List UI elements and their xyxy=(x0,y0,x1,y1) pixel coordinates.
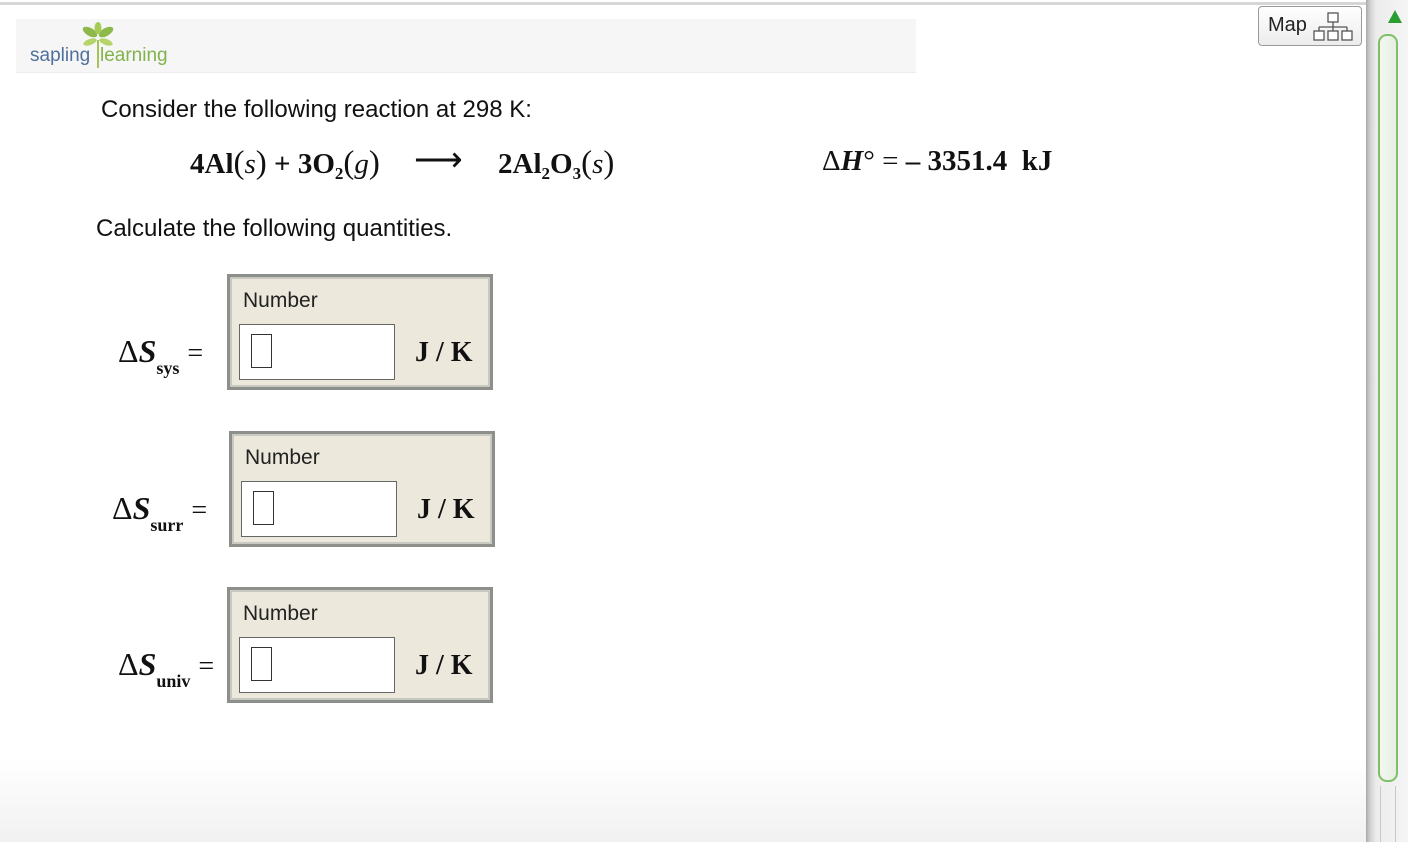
enthalpy-symbol: H xyxy=(840,145,864,177)
map-button-label: Map xyxy=(1268,14,1307,36)
delta-s-sys-label: ΔSsys = xyxy=(118,333,203,379)
text-cursor-box xyxy=(253,491,274,525)
answer-panel-surr: Number J / K xyxy=(229,431,495,547)
reaction-reactants: 4Al(s) + 3O2(g) xyxy=(190,145,380,183)
product-species-b: O xyxy=(550,148,573,180)
reactant-1-state: s xyxy=(244,148,256,180)
subscript-univ: univ xyxy=(156,671,191,691)
reactant-1-coefficient: 4 xyxy=(190,148,205,180)
enthalpy-delta: Δ xyxy=(822,145,841,177)
unit-label: J / K xyxy=(415,650,473,681)
logo-word-learning: learning xyxy=(100,45,168,66)
product-state: s xyxy=(592,148,604,180)
delta-symbol: Δ xyxy=(112,490,133,526)
reaction-arrow: ⟶ xyxy=(414,142,463,179)
subscript-surr: surr xyxy=(150,515,184,535)
sapling-learning-logo: sapling learning xyxy=(30,22,180,72)
enthalpy-degree: ° xyxy=(863,145,875,177)
triangle-up-icon[interactable] xyxy=(1388,10,1402,23)
equals-sign: = xyxy=(187,338,204,369)
unit-label: J / K xyxy=(415,337,473,368)
scrollbar-thumb[interactable] xyxy=(1378,34,1398,782)
scrollbar-track[interactable] xyxy=(1380,786,1396,842)
sitemap-icon xyxy=(1313,12,1353,41)
delta-s-univ-label: ΔSuniv = xyxy=(118,646,214,692)
map-button[interactable]: Map xyxy=(1258,6,1362,46)
delta-s-surr-label: ΔSsurr = xyxy=(112,490,207,536)
panel-caption: Number xyxy=(245,446,320,469)
entropy-symbol: S xyxy=(132,490,151,526)
product-coefficient: 2 xyxy=(498,148,513,180)
problem-instruction: Calculate the following quantities. xyxy=(96,215,453,242)
reactant-1-species: Al xyxy=(204,148,234,180)
entropy-symbol: S xyxy=(138,333,157,369)
text-cursor-box xyxy=(251,647,272,681)
enthalpy-unit: kJ xyxy=(1021,145,1053,177)
product-subscript-b: 3 xyxy=(572,164,582,183)
text-cursor-box xyxy=(251,334,272,368)
reactant-2-state: g xyxy=(354,148,369,180)
reactant-2-species: O xyxy=(312,148,335,180)
panel-caption: Number xyxy=(243,289,318,312)
content-bottom-fade xyxy=(0,760,1366,842)
subscript-sys: sys xyxy=(156,358,180,378)
unit-label: J / K xyxy=(417,494,475,525)
product-species-a: Al xyxy=(512,148,542,180)
enthalpy-value: ΔH° = – 3351.4 kJ xyxy=(822,145,1052,178)
answer-panel-sys: Number J / K xyxy=(227,274,493,390)
entropy-symbol: S xyxy=(138,646,157,682)
panel-caption: Number xyxy=(243,602,318,625)
reactant-2-coefficient: 3 xyxy=(297,148,313,180)
reaction-products: 2Al2O3(s) xyxy=(498,145,615,183)
equals-sign: = xyxy=(191,495,208,526)
delta-symbol: Δ xyxy=(118,646,139,682)
equals-sign: = xyxy=(198,651,215,682)
product-subscript-a: 2 xyxy=(541,164,551,183)
answer-panel-univ: Number J / K xyxy=(227,587,493,703)
plus-sign: + xyxy=(274,148,291,180)
top-border xyxy=(0,2,1366,5)
delta-symbol: Δ xyxy=(118,333,139,369)
enthalpy-equals: = xyxy=(882,145,899,177)
vertical-scrollbar[interactable] xyxy=(1366,0,1408,842)
problem-intro: Consider the following reaction at 298 K… xyxy=(101,96,532,123)
enthalpy-number: – 3351.4 xyxy=(905,145,1008,177)
